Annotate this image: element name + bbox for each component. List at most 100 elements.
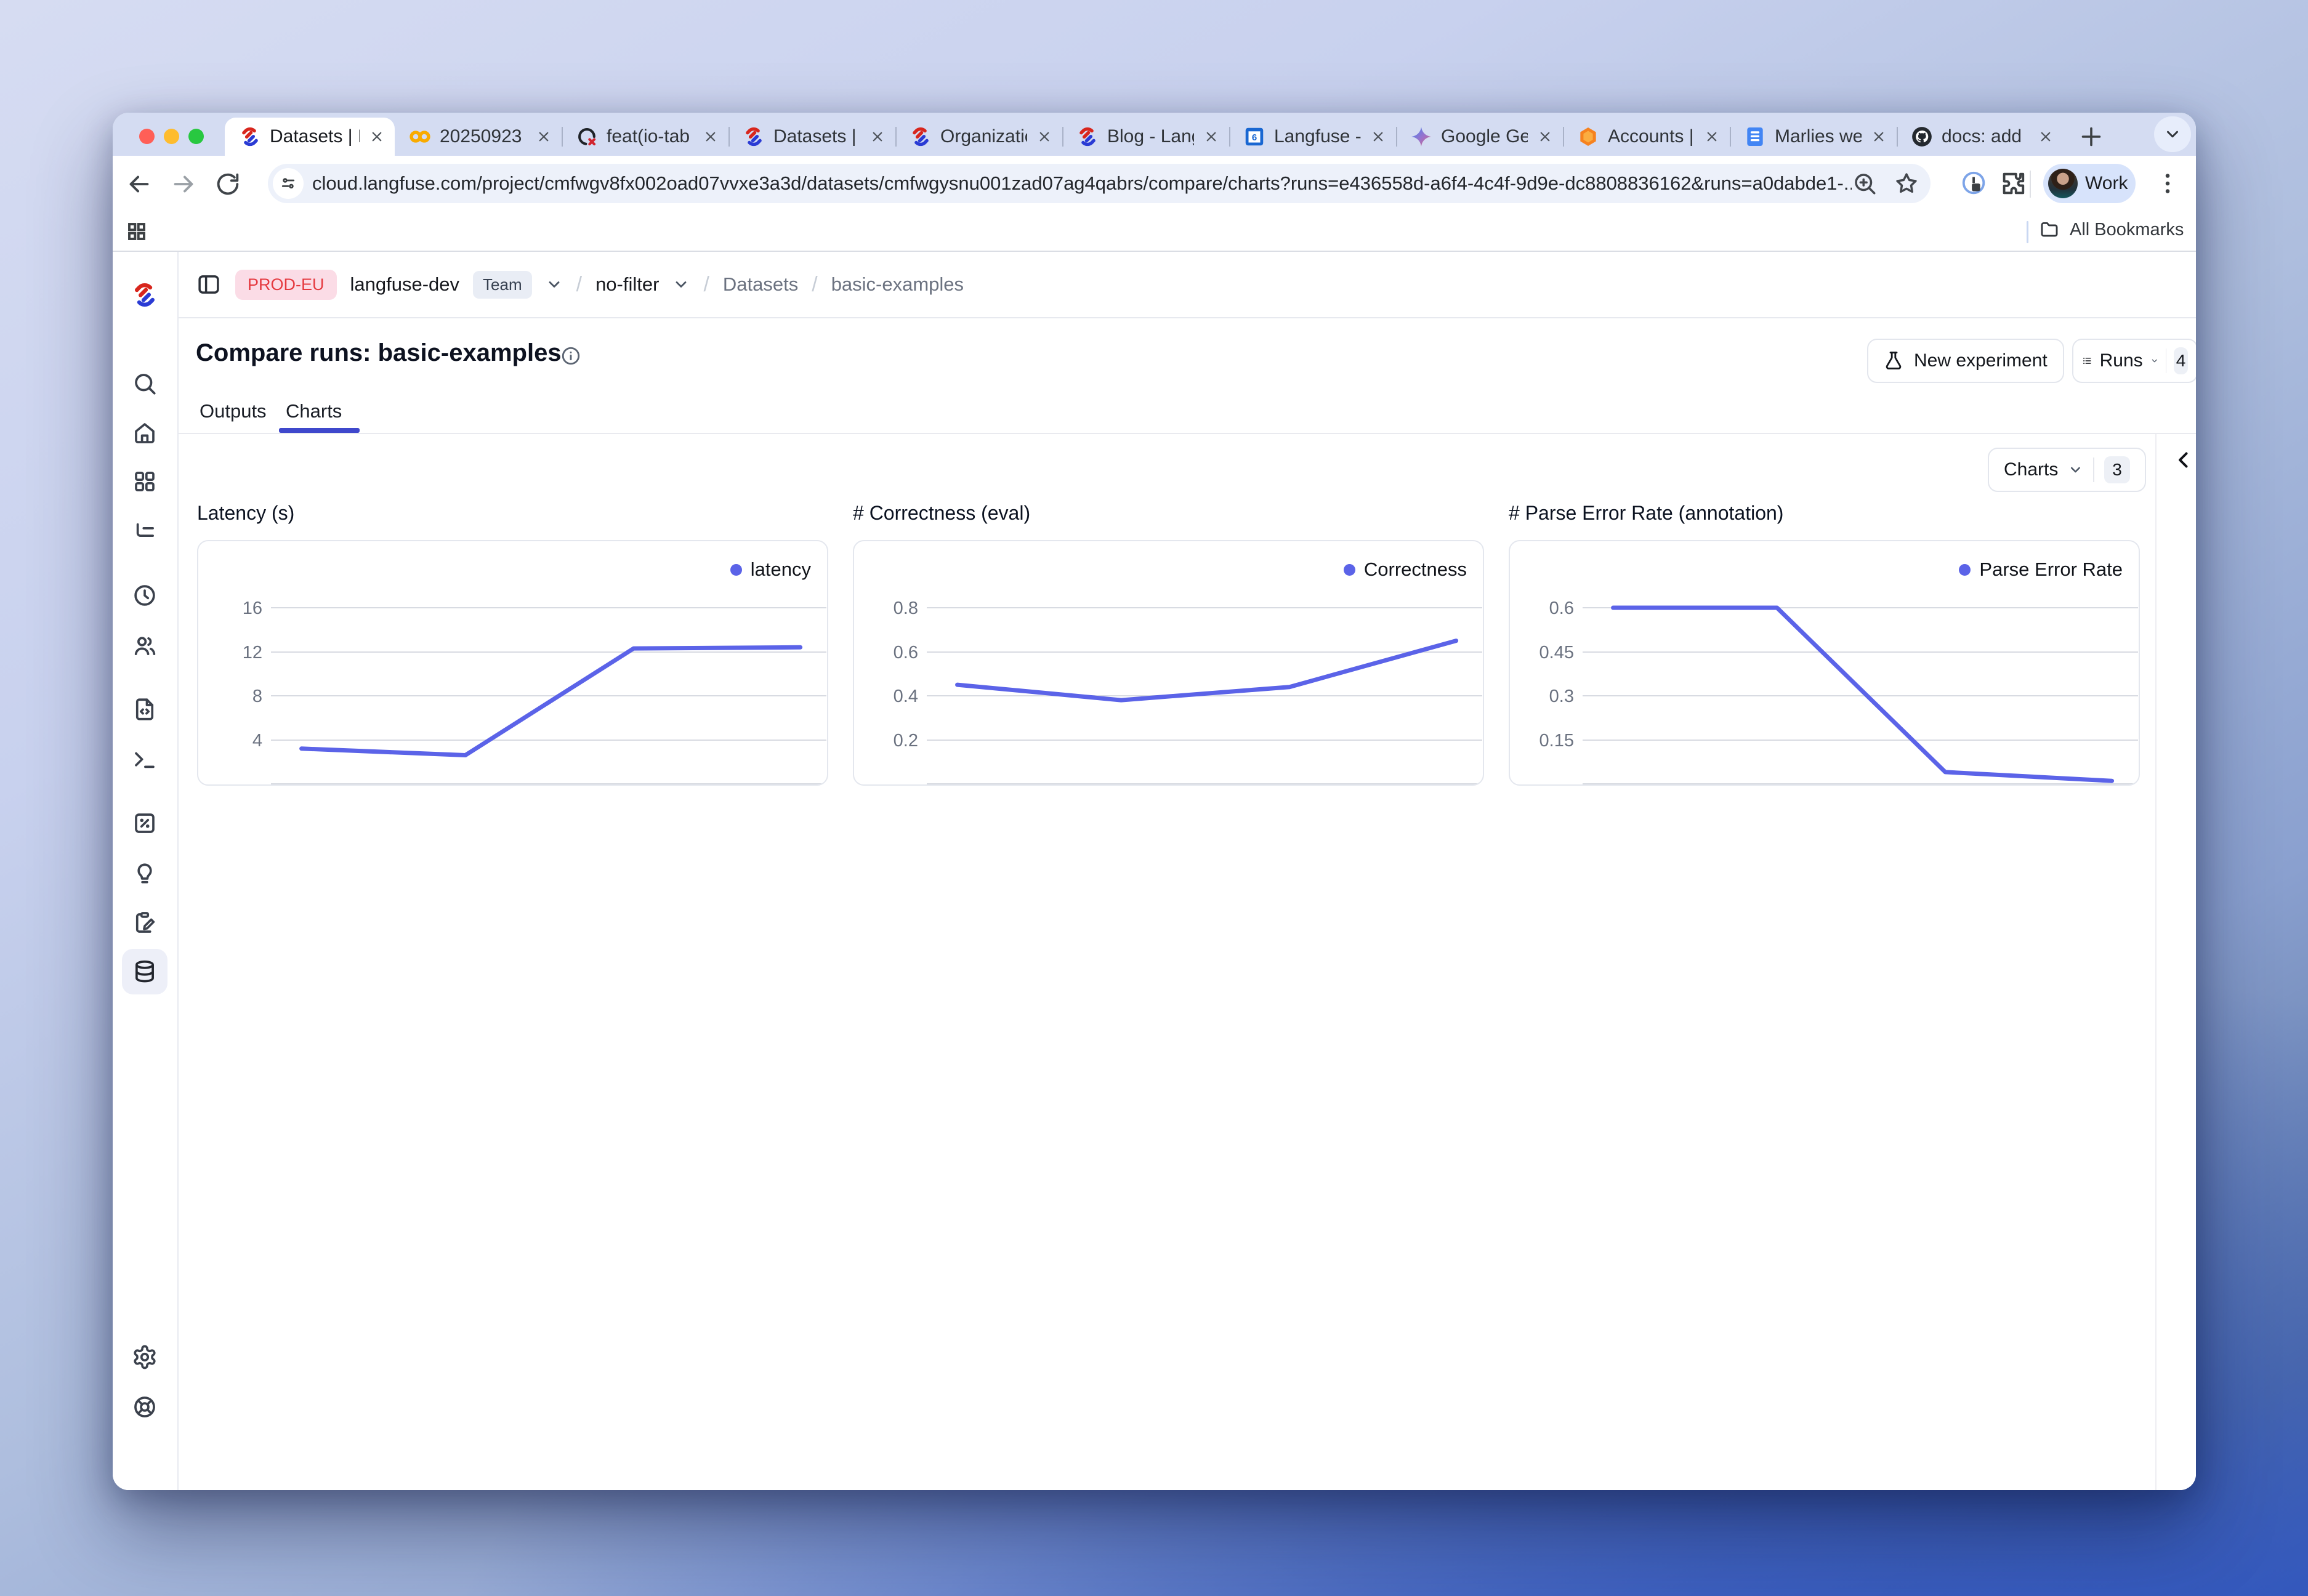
browser-tab-4[interactable]: Datasets | L [728,118,895,156]
browser-tab-8[interactable]: Google Gem [1396,118,1563,156]
sidebar-item-prompts[interactable] [122,687,167,732]
sidebar-item-datasets[interactable] [122,949,167,994]
langfuse-logo[interactable] [130,280,159,310]
tracing-icon [132,519,158,545]
browser-menu-icon[interactable] [2153,169,2182,198]
breadcrumb-org[interactable]: langfuse-dev [350,273,460,296]
tab-strip: Datasets | L20250923feat(io-tabDatasets … [113,113,2196,156]
support-icon [132,1394,158,1420]
sidebar-item-support[interactable] [122,1384,167,1430]
tab-separator [1897,127,1898,147]
chart-card: 161284latency [197,540,828,786]
sidebar-item-dashboards[interactable] [122,459,167,504]
address-bar[interactable]: cloud.langfuse.com/project/cmfwgv8fx002o… [268,164,1931,203]
project-dropdown-icon[interactable] [672,276,690,293]
legend-label: latency [751,558,811,581]
sidebar-item-users[interactable] [122,623,167,669]
sidebar-toggle-icon[interactable] [196,272,222,297]
new-tab-button[interactable] [2075,120,2108,153]
tab-search-button[interactable] [2154,116,2191,152]
chart-block-1: Latency (s)161284latency [197,502,828,786]
tab-close-icon[interactable] [1703,127,1721,146]
charts-count-badge: 3 [2104,456,2130,483]
info-icon[interactable] [560,345,581,366]
all-bookmarks-button[interactable]: All Bookmarks [2039,219,2184,240]
tab-close-icon[interactable] [368,127,386,146]
browser-tab-9[interactable]: Accounts | [1563,118,1730,156]
breadcrumb-datasets[interactable]: Datasets [723,273,798,296]
window-minimize-button[interactable] [164,129,179,144]
langfuse-favicon-icon [909,125,932,148]
window-close-button[interactable] [139,129,155,144]
sidebar-item-home[interactable] [122,410,167,456]
collapse-panel-icon[interactable] [2173,449,2195,471]
new-experiment-button[interactable]: New experiment [1867,339,2064,383]
runs-selector-button[interactable]: Runs 4 [2072,339,2196,383]
tab-outputs[interactable]: Outputs [200,400,267,422]
apps-grid-icon[interactable] [126,220,148,243]
org-dropdown-icon[interactable] [546,276,563,293]
browser-tab-2[interactable]: 20250923 [395,118,562,156]
new-experiment-label: New experiment [1914,350,2048,371]
main-panel: PROD-EU langfuse-dev Team / no-filter / … [179,252,2196,1490]
tab-close-icon[interactable] [868,127,887,146]
url-text[interactable]: cloud.langfuse.com/project/cmfwgv8fx002o… [312,172,1852,195]
breadcrumb-project[interactable]: no-filter [595,273,659,296]
svg-text:4: 4 [252,731,262,751]
sidebar-item-settings[interactable] [122,1334,167,1380]
sidebar-item-search[interactable] [122,361,167,406]
browser-tab-7[interactable]: 6Langfuse - [1229,118,1396,156]
profile-chip[interactable]: Work [2043,164,2136,203]
datasets-icon [132,959,158,985]
breadcrumb-separator: / [703,273,709,297]
sidebar-item-tracing[interactable] [122,509,167,555]
tab-close-icon[interactable] [1870,127,1888,146]
page-header: Compare runs: basic-examples New experim… [179,318,2196,393]
site-settings-icon[interactable] [273,168,304,199]
browser-tab-1[interactable]: Datasets | L [225,118,395,156]
sidebar-item-sessions[interactable] [122,573,167,618]
tab-separator [1563,127,1564,147]
sidebar-item-evaluators[interactable] [122,800,167,846]
browser-tab-6[interactable]: Blog - Lang [1062,118,1229,156]
sidebar-item-annotation[interactable] [122,900,167,946]
tab-close-icon[interactable] [1035,127,1054,146]
button-divider [2093,457,2094,482]
sidebar-item-playground[interactable] [122,737,167,783]
chart-legend: Parse Error Rate [1959,558,2123,581]
tab-separator [895,127,897,147]
tab-close-icon[interactable] [535,127,553,146]
window-zoom-button[interactable] [188,129,204,144]
tab-close-icon[interactable] [1369,127,1387,146]
breadcrumb-dataset-name[interactable]: basic-examples [831,273,964,296]
tab-title: Blog - Lang [1107,126,1194,147]
tab-charts[interactable]: Charts [286,400,342,422]
svg-text:8: 8 [252,687,262,706]
gemini-favicon-icon [1410,125,1433,148]
chart-card: 0.80.60.40.2Correctness [853,540,1484,786]
tab-close-icon[interactable] [701,127,720,146]
forward-button[interactable] [169,170,198,198]
legend-label: Parse Error Rate [1979,558,2123,581]
bookmark-star-icon[interactable] [1894,171,1919,196]
browser-tab-3[interactable]: feat(io-tab [562,118,728,156]
svg-text:0.45: 0.45 [1539,643,1574,663]
charts-selector-button[interactable]: Charts 3 [1988,448,2146,492]
browser-tab-5[interactable]: Organizatio [895,118,1062,156]
langfuse-favicon-icon [742,125,765,148]
chart-block-3: # Parse Error Rate (annotation)0.60.450.… [1509,502,2140,786]
zoom-in-icon[interactable] [1852,171,1878,196]
extensions-icon[interactable] [1998,169,2027,198]
password-manager-icon[interactable] [1960,169,1988,198]
svg-text:0.4: 0.4 [894,687,918,706]
tab-title: Datasets | L [270,126,360,147]
tab-close-icon[interactable] [1536,127,1554,146]
browser-tab-10[interactable]: Marlies we [1730,118,1897,156]
back-button[interactable] [125,170,153,198]
reload-button[interactable] [214,170,242,198]
browser-tab-11[interactable]: docs: add [1897,118,2064,156]
tab-close-icon[interactable] [1202,127,1221,146]
tab-close-icon[interactable] [2036,127,2055,146]
sidebar-item-insights[interactable] [122,851,167,897]
browser-toolbar: cloud.langfuse.com/project/cmfwgv8fx002o… [113,156,2196,212]
